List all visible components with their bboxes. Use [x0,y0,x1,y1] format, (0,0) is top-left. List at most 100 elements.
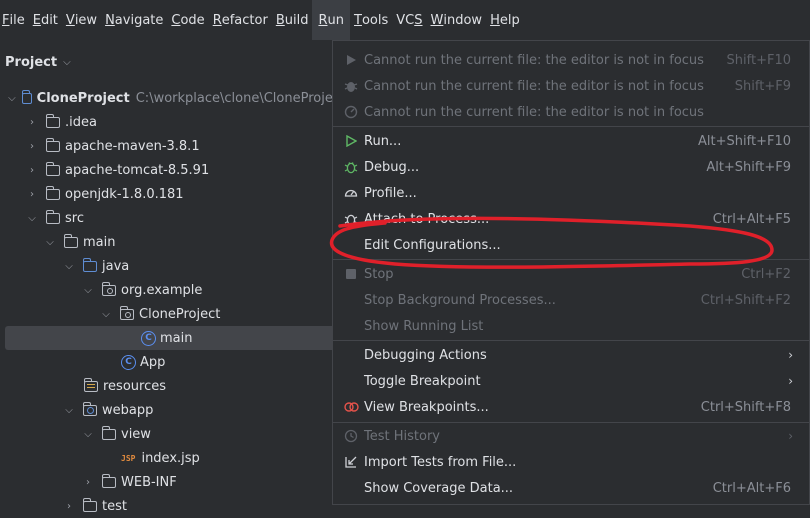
tree-item-label: openjdk-1.8.0.181 [65,186,184,202]
tree-item-label: CloneProject [139,306,221,322]
expand-arrow-icon[interactable]: ⌵ [100,309,112,320]
menu-run[interactable]: Run [312,0,350,40]
menu-item-label: Show Running List [364,318,484,334]
menu-item-label: Edit Configurations... [364,237,501,253]
menu-item-show-coverage[interactable]: Show Coverage Data... Ctrl+Alt+F6 [333,475,809,501]
menu-help[interactable]: Help [486,0,524,40]
menu-item-label: Stop [364,266,394,282]
menu-item-debug[interactable]: Debug... Alt+Shift+F9 [333,154,809,180]
menu-item-shortcut: Ctrl+Alt+F5 [712,211,791,227]
class-icon: C [141,330,156,346]
menu-item-shortcut: Ctrl+Shift+F8 [700,399,791,415]
menu-file[interactable]: File [0,0,29,40]
expand-arrow-icon[interactable]: ⌵ [82,429,94,440]
run-icon [343,133,359,149]
run-menu-dropdown: Cannot run the current file: the editor … [332,40,810,505]
menu-item-cannot-profile[interactable]: Cannot run the current file: the editor … [333,99,809,125]
menu-item-cannot-debug[interactable]: Cannot run the current file: the editor … [333,73,809,99]
menu-item-shortcut: Ctrl+F2 [741,266,791,282]
menu-item-label: Stop Background Processes... [364,292,556,308]
menu-item-show-running-list[interactable]: Show Running List [333,313,809,339]
tree-item-jdk[interactable]: › openjdk-1.8.0.181 [0,182,358,206]
collapse-arrow-icon[interactable]: › [26,165,38,176]
breakpoints-icon [343,399,359,415]
tree-item-label: apache-tomcat-8.5.91 [65,162,210,178]
menu-view[interactable]: View [62,0,101,40]
menu-vcs[interactable]: VC S [392,0,426,40]
project-view-selector[interactable]: Project ⌵ [5,52,71,72]
tree-item-label: apache-maven-3.8.1 [65,138,200,154]
menu-item-edit-configurations[interactable]: Edit Configurations... [333,232,809,258]
collapse-arrow-icon[interactable]: › [63,501,75,512]
import-icon [343,454,359,470]
menu-code[interactable]: Code [167,0,208,40]
expand-arrow-icon[interactable]: ⌵ [63,405,75,416]
menu-item-view-breakpoints[interactable]: View Breakpoints... Ctrl+Shift+F8 [333,394,809,420]
menu-item-label: Attach to Process... [364,211,490,227]
tree-item-root[interactable]: ⌵ CloneProject C:\workplace\clone\CloneP… [0,86,340,110]
menu-item-cannot-run[interactable]: Cannot run the current file: the editor … [333,47,809,73]
menu-item-label: Show Coverage Data... [364,480,514,496]
tree-item-src[interactable]: ⌵ src [0,206,358,230]
menu-item-label: Debugging Actions [364,347,487,363]
menu-item-shortcut: Alt+Shift+F9 [706,159,791,175]
collapse-arrow-icon[interactable]: › [26,141,38,152]
submenu-arrow-icon: › [788,348,793,362]
menu-separator [333,340,809,341]
root-path: C:\workplace\clone\CloneProjec [135,90,340,106]
tree-item-idea[interactable]: › .idea [0,110,358,134]
menu-window[interactable]: Window [427,0,487,40]
menu-item-test-history[interactable]: Test History › [333,423,809,449]
tree-item-label: main [160,330,193,346]
expand-arrow-icon[interactable]: ⌵ [63,261,75,272]
menu-item-stop[interactable]: Stop Ctrl+F2 [333,261,809,287]
folder-icon [45,113,60,128]
expand-arrow-icon[interactable]: ⌵ [8,93,16,104]
web-folder-icon [82,401,97,416]
menu-navigate[interactable]: Navigate [101,0,167,40]
menu-item-label: Import Tests from File... [364,454,517,470]
menu-build[interactable]: Build [272,0,313,40]
menu-item-label: Cannot run the current file: the editor … [364,78,704,94]
menu-item-debugging-actions[interactable]: Debugging Actions › [333,342,809,368]
tree-item-label: webapp [102,402,154,418]
menu-item-toggle-breakpoint[interactable]: Toggle Breakpoint › [333,368,809,394]
expand-arrow-icon[interactable]: ⌵ [82,285,94,296]
submenu-arrow-icon: › [788,374,793,388]
submenu-arrow-icon: › [788,429,793,443]
menu-item-shortcut: Shift+F9 [734,78,791,94]
menu-item-label: Test History [364,428,440,444]
expand-arrow-icon[interactable]: ⌵ [26,213,38,224]
tree-item-maven[interactable]: › apache-maven-3.8.1 [0,134,358,158]
package-icon [119,305,134,320]
bug-icon [343,78,359,94]
folder-icon [45,161,60,176]
menu-refactor[interactable]: Refactor [209,0,272,40]
stop-icon [343,266,359,282]
expand-arrow-icon[interactable]: ⌵ [44,237,56,248]
menu-tools[interactable]: Tools [350,0,392,40]
tree-item-main[interactable]: ⌵ main [0,230,376,254]
collapse-arrow-icon[interactable]: › [82,477,94,488]
history-icon [343,428,359,444]
menu-item-label: Toggle Breakpoint [364,373,481,389]
menu-item-profile[interactable]: Profile... [333,180,809,206]
tree-item-label: test [102,498,127,514]
project-panel: Project ⌵ ⌵ CloneProject C:\workplace\cl… [0,40,468,514]
menu-item-attach[interactable]: Attach to Process... Ctrl+Alt+F5 [333,206,809,232]
collapse-arrow-icon[interactable]: › [26,117,38,128]
menu-separator [333,126,809,127]
menu-item-stop-background[interactable]: Stop Background Processes... Ctrl+Shift+… [333,287,809,313]
menu-item-label: Debug... [364,159,420,175]
menu-item-run[interactable]: Run... Alt+Shift+F10 [333,128,809,154]
tree-item-tomcat[interactable]: › apache-tomcat-8.5.91 [0,158,358,182]
tree-item-label: WEB-INF [121,474,177,490]
folder-icon [45,185,60,200]
menu-item-import-tests[interactable]: Import Tests from File... [333,449,809,475]
panel-title: Project [5,54,58,70]
collapse-arrow-icon[interactable]: › [26,189,38,200]
menu-separator [333,259,809,260]
menu-edit[interactable]: Edit [29,0,62,40]
tree-item-label: App [140,354,166,370]
profile-icon [343,185,359,201]
